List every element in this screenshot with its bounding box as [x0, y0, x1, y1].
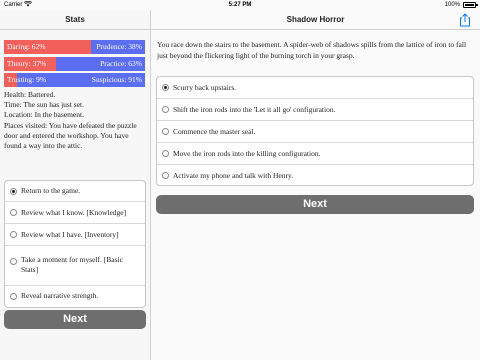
radio-icon — [162, 128, 169, 135]
stat-left-label: Theory: 37% — [7, 59, 47, 68]
choice-scurry-upstairs[interactable]: Scurry back upstairs. — [157, 77, 473, 99]
choice-label: Scurry back upstairs. — [173, 83, 237, 92]
battery-icon — [463, 2, 478, 8]
radio-icon — [162, 172, 169, 179]
status-bar: Carrier 5:27 PM 100% — [0, 0, 480, 10]
radio-icon — [10, 293, 17, 300]
menu-item-label: Return to the game. — [21, 186, 81, 195]
stat-trusting-suspicious: Trusting: 9% Suspicious: 91% — [4, 73, 145, 87]
stat-left-label: Trusting: 9% — [7, 75, 47, 84]
radio-icon — [10, 231, 17, 238]
radio-icon — [162, 106, 169, 113]
stat-right-label: Prudence: 38% — [96, 42, 142, 51]
choice-label: Commence the master seal. — [173, 127, 256, 136]
menu-item-narrative-strength[interactable]: Reveal narrative strength. — [5, 286, 145, 307]
menu-item-knowledge[interactable]: Review what I know. [Knowledge] — [5, 202, 145, 224]
choice-killing-configuration[interactable]: Move the iron rods into the killing conf… — [157, 143, 473, 165]
stats-menu: Return to the game. Review what I know. … — [4, 180, 146, 308]
share-icon[interactable] — [458, 13, 472, 27]
clock: 5:27 PM — [228, 2, 252, 8]
stat-left-label: Daring: 62% — [7, 42, 46, 51]
story-next-button[interactable]: Next — [156, 195, 474, 214]
story-passage: You race down the stairs to the basement… — [157, 40, 467, 60]
menu-item-label: Reveal narrative strength. — [21, 291, 99, 300]
choice-label: Shift the iron rods into the 'Let it all… — [173, 105, 336, 114]
radio-icon — [10, 258, 17, 265]
menu-item-return[interactable]: Return to the game. — [5, 181, 145, 202]
menu-item-label: Take a moment for myself. [Basic Stats] — [21, 255, 123, 274]
choice-master-seal[interactable]: Commence the master seal. — [157, 121, 473, 143]
menu-item-label: Review what I know. [Knowledge] — [21, 208, 127, 217]
menu-item-basic-stats[interactable]: Take a moment for myself. [Basic Stats] — [5, 246, 145, 286]
stat-daring-prudence: Daring: 62% Prudence: 38% — [4, 40, 145, 54]
status-health: Health: Battered. — [4, 90, 56, 99]
choice-label: Activate my phone and talk with Henry. — [173, 171, 294, 180]
choice-talk-with-henry[interactable]: Activate my phone and talk with Henry. — [157, 165, 473, 187]
radio-selected-icon — [162, 84, 169, 91]
stat-right-label: Suspicious: 91% — [91, 75, 142, 84]
radio-selected-icon — [10, 188, 17, 195]
choice-list: Scurry back upstairs. Shift the iron rod… — [156, 76, 474, 186]
radio-icon — [10, 209, 17, 216]
choice-let-it-all-go[interactable]: Shift the iron rods into the 'Let it all… — [157, 99, 473, 121]
stats-next-button[interactable]: Next — [4, 310, 146, 329]
choice-label: Move the iron rods into the killing conf… — [173, 149, 321, 158]
menu-item-inventory[interactable]: Review what I have. [Inventory] — [5, 224, 145, 246]
stats-title: Stats — [0, 10, 150, 30]
stats-pane: Stats Daring: 62% Prudence: 38% Theory: … — [0, 10, 150, 360]
status-location: Location: In the basement. — [4, 110, 84, 120]
story-pane: Shadow Horror You race down the stairs t… — [151, 10, 480, 360]
status-places-visited: Places visited: You have defeated the pu… — [4, 120, 137, 151]
battery-percent: 100% — [444, 2, 460, 8]
stat-right-label: Practice: 63% — [100, 59, 142, 68]
story-title: Shadow Horror — [151, 10, 480, 30]
stat-theory-practice: Theory: 37% Practice: 63% — [4, 57, 145, 71]
radio-icon — [162, 150, 169, 157]
status-text: Health: Battered. Time: The sun has just… — [4, 90, 146, 151]
status-time: Time: The sun has just set. — [4, 100, 85, 110]
menu-item-label: Review what I have. [Inventory] — [21, 230, 119, 239]
